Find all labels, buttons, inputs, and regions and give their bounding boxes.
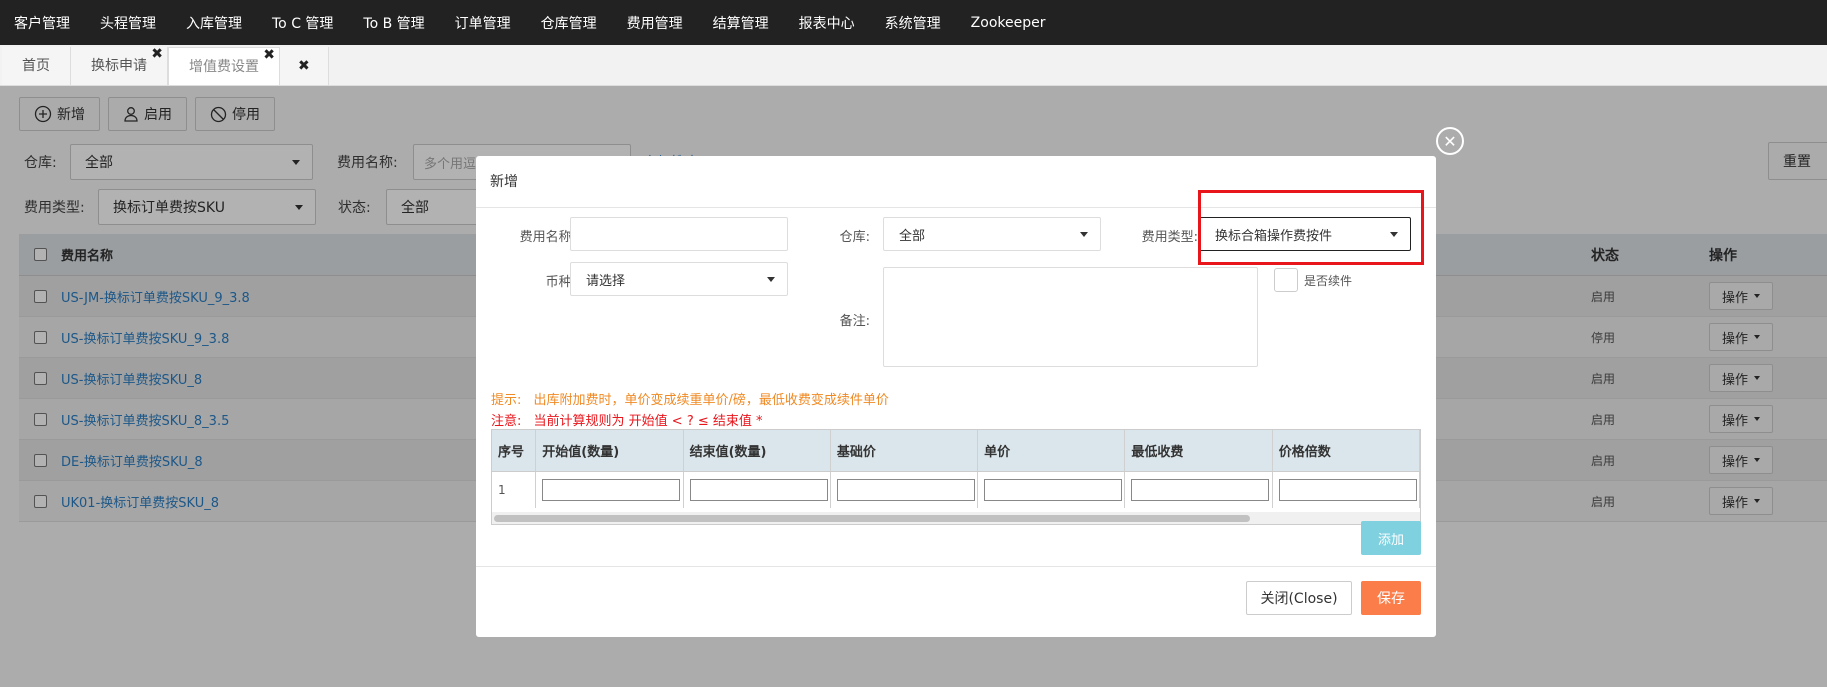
divider <box>476 566 1436 567</box>
start-value-input[interactable] <box>542 479 681 501</box>
column-header-multiplier: 价格倍数 <box>1273 430 1420 471</box>
hint-text: 出库附加费时，单价变成续重单价/磅，最低收费变成续件单价 <box>533 393 889 408</box>
nav-reports[interactable]: 报表中心 <box>799 13 855 33</box>
modal-close-icon[interactable]: ✕ <box>1436 127 1464 155</box>
column-header-base-price: 基础价 <box>831 430 979 471</box>
close-all-tabs-icon[interactable]: ✖ <box>280 47 329 85</box>
renew-checkbox[interactable] <box>1274 268 1298 292</box>
remark-label: 备注: <box>839 314 870 329</box>
nav-system[interactable]: 系统管理 <box>885 13 941 33</box>
tab-label: 首页 <box>22 58 50 74</box>
nav-fees[interactable]: 费用管理 <box>627 13 683 33</box>
column-header-index: 序号 <box>492 430 537 471</box>
fee-type-select[interactable]: 换标合箱操作费按件 <box>1199 217 1411 251</box>
save-button[interactable]: 保存 <box>1361 581 1421 615</box>
hint-label: 提示: <box>491 393 522 408</box>
unit-price-input[interactable] <box>984 479 1123 501</box>
close-button[interactable]: 关闭(Close) <box>1246 581 1352 615</box>
currency-select[interactable]: 请选择 <box>570 262 788 296</box>
nav-settlement[interactable]: 结算管理 <box>713 13 769 33</box>
rule-table-header: 序号 开始值(数量) 结束值(数量) 基础价 单价 最低收费 价格倍数 <box>492 430 1420 472</box>
fee-type-label: 费用类型: <box>1141 230 1198 245</box>
fee-name-input[interactable] <box>570 217 788 251</box>
fee-name-label: 费用名称: <box>519 230 576 245</box>
horizontal-scrollbar[interactable] <box>492 512 1420 524</box>
pricing-rule-table: 序号 开始值(数量) 结束值(数量) 基础价 单价 最低收费 价格倍数 1 <box>491 429 1421 525</box>
add-fee-dialog: 新增 费用名称: 仓库: 全部 费用类型: 换标合箱操作费按件 币种: 请选择 … <box>476 156 1436 637</box>
chevron-down-icon <box>767 276 775 282</box>
row-index: 1 <box>492 472 537 508</box>
close-icon[interactable]: ✖ <box>151 35 163 73</box>
nav-first-leg[interactable]: 头程管理 <box>100 13 156 33</box>
tab-bar: 首页 换标申请 ✖ 增值费设置 ✖ ✖ <box>0 45 1827 86</box>
note-label: 注意: <box>491 414 522 429</box>
base-price-input[interactable] <box>836 479 975 501</box>
nav-inbound[interactable]: 入库管理 <box>186 13 242 33</box>
scrollbar-thumb[interactable] <box>494 515 1250 522</box>
tab-value-added-fee[interactable]: 增值费设置 ✖ <box>168 47 280 85</box>
note-line: 注意: 当前计算规则为 开始值 < ? ≤ 结束值 * <box>491 410 763 429</box>
multiplier-input[interactable] <box>1278 479 1417 501</box>
nav-to-c[interactable]: To C 管理 <box>272 13 333 33</box>
column-header-min-charge: 最低收费 <box>1125 430 1273 471</box>
currency-value: 请选择 <box>586 273 626 289</box>
fee-type-value: 换标合箱操作费按件 <box>1215 228 1333 244</box>
nav-customer[interactable]: 客户管理 <box>14 13 70 33</box>
currency-label: 币种: <box>545 275 576 290</box>
tab-label: 增值费设置 <box>189 59 259 75</box>
add-row-button[interactable]: 添加 <box>1361 521 1421 555</box>
close-icon[interactable]: ✖ <box>263 36 275 74</box>
end-value-input[interactable] <box>689 479 828 501</box>
dialog-title: 新增 <box>476 156 1436 208</box>
tab-relabel-request[interactable]: 换标申请 ✖ <box>71 46 168 85</box>
remark-textarea[interactable] <box>883 267 1258 367</box>
min-charge-input[interactable] <box>1131 479 1270 501</box>
nav-warehouse[interactable]: 仓库管理 <box>541 13 597 33</box>
hint-line: 提示: 出库附加费时，单价变成续重单价/磅，最低收费变成续件单价 <box>491 389 889 408</box>
nav-orders[interactable]: 订单管理 <box>455 13 511 33</box>
nav-to-b[interactable]: To B 管理 <box>363 13 424 33</box>
column-header-unit-price: 单价 <box>978 430 1126 471</box>
note-text: 当前计算规则为 开始值 < ? ≤ 结束值 * <box>533 414 763 429</box>
warehouse-value: 全部 <box>899 228 926 244</box>
table-row: 1 <box>492 472 1420 508</box>
warehouse-select[interactable]: 全部 <box>883 217 1101 251</box>
tab-label: 换标申请 <box>91 58 147 74</box>
chevron-down-icon <box>1080 231 1088 237</box>
column-header-start: 开始值(数量) <box>536 430 684 471</box>
warehouse-label: 仓库: <box>839 230 870 245</box>
column-header-end: 结束值(数量) <box>684 430 831 471</box>
renew-label: 是否续件 <box>1304 274 1353 288</box>
nav-zookeeper[interactable]: Zookeeper <box>971 15 1046 31</box>
tab-home[interactable]: 首页 <box>2 47 71 85</box>
chevron-down-icon <box>1390 231 1398 237</box>
